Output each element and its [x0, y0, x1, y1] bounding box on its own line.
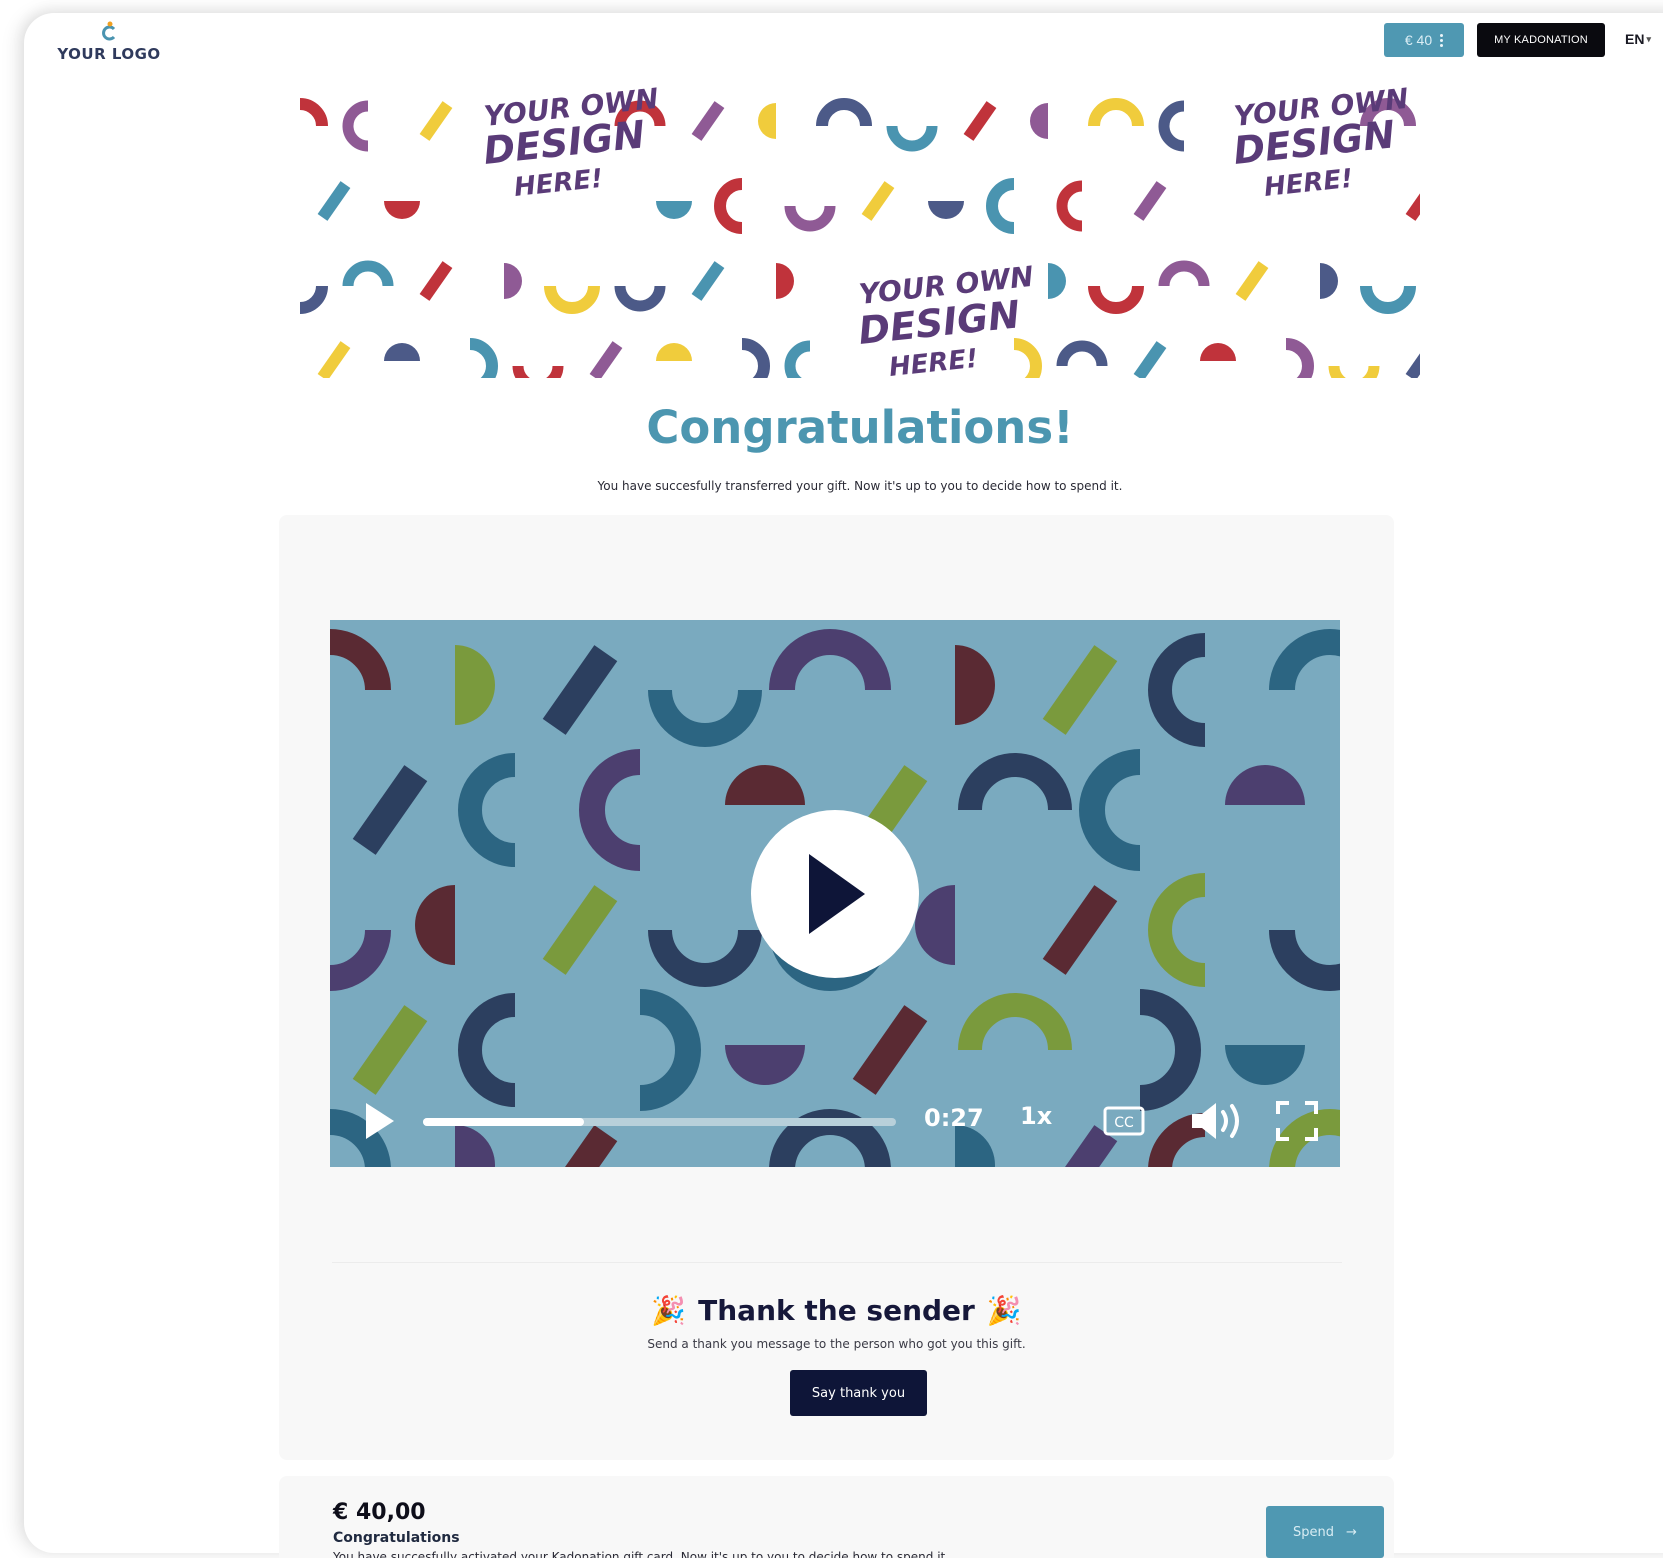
arrow-right-icon: → [1346, 1524, 1357, 1540]
thank-subtitle: Send a thank you message to the person w… [647, 1337, 1026, 1351]
play-icon [366, 1102, 394, 1139]
spend-label: Spend [1293, 1524, 1335, 1540]
banner-pattern: YOUR OWN DESIGN HERE! YOUR OWN DESIGN HE… [300, 86, 1420, 378]
fullscreen-button[interactable] [1275, 1100, 1319, 1142]
volume-icon [1192, 1103, 1239, 1139]
thank-title-text: Thank the sender [698, 1294, 975, 1327]
page-subtitle: You have succesfully transferred your gi… [597, 479, 1123, 493]
play-control-button[interactable] [362, 1102, 396, 1142]
spend-button[interactable]: Spend → [1266, 1506, 1384, 1558]
say-thank-you-button[interactable]: Say thank you [790, 1370, 927, 1416]
captions-label: CC [1114, 1115, 1134, 1131]
gift-card-title: Congratulations [333, 1530, 460, 1546]
progress-bar[interactable] [423, 1118, 896, 1126]
logo-mark-icon [102, 21, 116, 41]
progress-fill [423, 1118, 584, 1126]
video-player[interactable]: 0:27 1x CC [330, 620, 1340, 1167]
video-controls: 0:27 1x CC [330, 1080, 1340, 1160]
language-select[interactable]: EN ▾ [1625, 31, 1651, 47]
play-icon [809, 854, 865, 934]
volume-button[interactable] [1190, 1100, 1246, 1142]
captions-button[interactable]: CC [1103, 1106, 1145, 1138]
gift-card-description: You have succesfully activated your Kado… [333, 1550, 950, 1558]
playback-speed-button[interactable]: 1x [1020, 1102, 1052, 1130]
gift-amount: € 40,00 [333, 1500, 426, 1525]
balance-button[interactable]: € 40 [1384, 23, 1464, 57]
logo-text: YOUR LOGO [57, 45, 161, 63]
page-title: Congratulations! [646, 401, 1074, 454]
thank-title: 🎉 Thank the sender 🎉 [279, 1294, 1394, 1327]
gift-banner: YOUR OWN DESIGN HERE! YOUR OWN DESIGN HE… [300, 86, 1420, 378]
language-label: EN [1625, 31, 1645, 47]
big-play-button[interactable] [751, 810, 919, 978]
my-kadonation-button[interactable]: MY KADONATION [1477, 23, 1605, 57]
balance-label: € 40 [1404, 32, 1433, 48]
logo[interactable]: YOUR LOGO [54, 21, 164, 71]
kebab-menu-icon [1440, 33, 1444, 47]
time-display: 0:27 [924, 1104, 984, 1132]
section-divider [332, 1262, 1342, 1263]
captions-icon: CC [1103, 1106, 1145, 1136]
chevron-down-icon: ▾ [1646, 33, 1651, 44]
party-popper-icon: 🎉 [986, 1294, 1022, 1327]
party-popper-icon: 🎉 [651, 1294, 687, 1327]
fullscreen-icon [1276, 1101, 1318, 1141]
